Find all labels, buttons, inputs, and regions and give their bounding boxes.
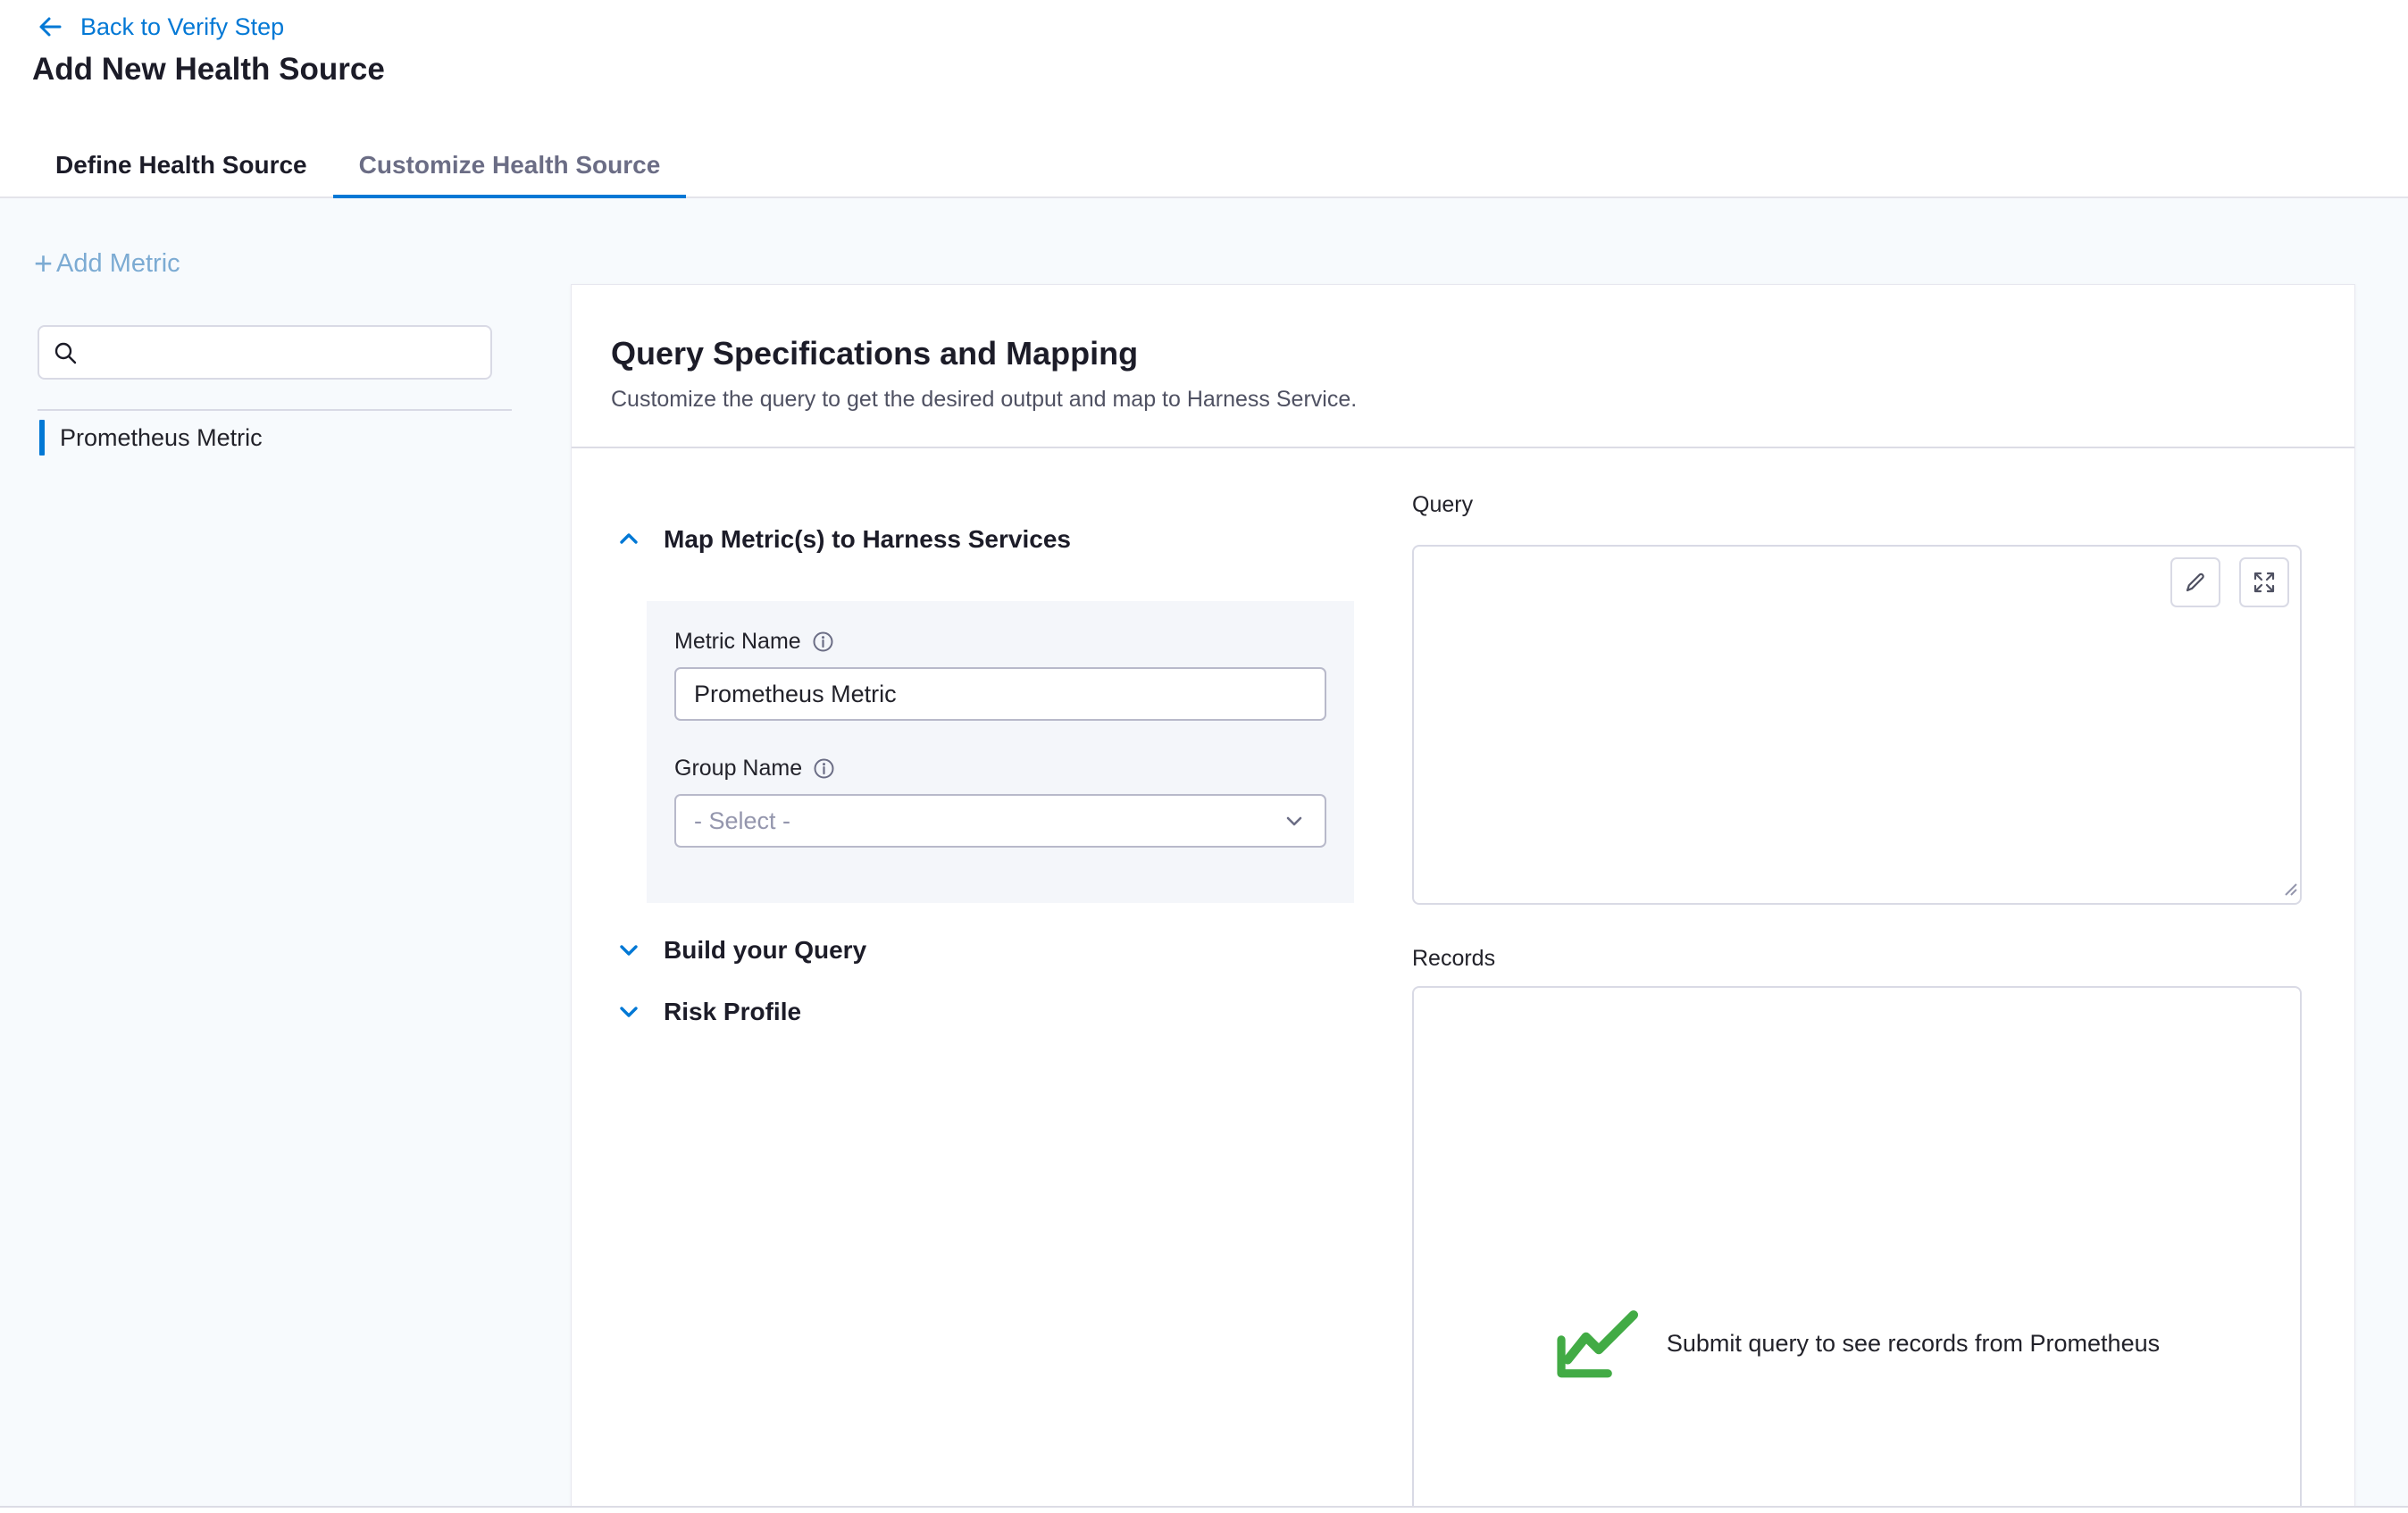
group-name-label: Group Name xyxy=(674,756,802,782)
metric-search-box xyxy=(38,325,492,380)
group-name-label-row: Group Name xyxy=(674,753,1326,783)
query-label: Query xyxy=(1412,492,1473,518)
metric-item-label: Prometheus Metric xyxy=(60,424,263,452)
pencil-icon xyxy=(2183,570,2208,595)
plus-icon: + xyxy=(34,247,53,280)
records-label: Records xyxy=(1412,946,1495,972)
edit-query-button[interactable] xyxy=(2170,557,2220,607)
metric-name-label: Metric Name xyxy=(674,629,801,655)
expand-icon xyxy=(2252,570,2277,595)
chevron-down-icon xyxy=(615,937,642,964)
back-link-label: Back to Verify Step xyxy=(80,13,284,41)
add-metric-button[interactable]: + Add Metric xyxy=(34,247,180,280)
records-panel: Submit query to see records from Prometh… xyxy=(1412,986,2302,1506)
chevron-up-icon xyxy=(615,526,642,553)
top-bar: Back to Verify Step Add New Health Sourc… xyxy=(0,0,2408,198)
tab-customize-health-source[interactable]: Customize Health Source xyxy=(333,134,687,196)
arrow-left-icon xyxy=(36,13,64,41)
chevron-down-icon xyxy=(615,999,642,1025)
section-map-metrics-toggle[interactable]: Map Metric(s) to Harness Services xyxy=(615,522,1071,557)
panel-subtitle: Customize the query to get the desired o… xyxy=(611,387,1357,413)
records-empty-message: Submit query to see records from Prometh… xyxy=(1667,1330,2160,1358)
panel-title: Query Specifications and Mapping xyxy=(611,335,1138,372)
metric-name-label-row: Metric Name xyxy=(674,626,1326,656)
section-label: Build your Query xyxy=(664,936,866,965)
back-to-verify-step-link[interactable]: Back to Verify Step xyxy=(36,13,284,41)
chevron-down-icon xyxy=(1282,808,1307,833)
map-metrics-form: Metric Name Group Name xyxy=(647,601,1354,903)
footer-strip xyxy=(0,1506,2408,1513)
group-name-select[interactable]: - Select - xyxy=(674,794,1326,848)
chart-line-icon xyxy=(1554,1305,1643,1382)
page-title: Add New Health Source xyxy=(32,52,385,88)
section-build-query-toggle[interactable]: Build your Query xyxy=(615,932,866,968)
section-label: Map Metric(s) to Harness Services xyxy=(664,525,1071,554)
tab-bar: Define Health Source Customize Health So… xyxy=(0,134,2408,198)
query-specifications-panel: Query Specifications and Mapping Customi… xyxy=(571,284,2355,1506)
tab-label: Customize Health Source xyxy=(359,151,661,180)
resize-handle[interactable] xyxy=(2278,877,2298,901)
section-label: Risk Profile xyxy=(664,998,801,1026)
metric-search-input[interactable] xyxy=(88,339,478,366)
tab-label: Define Health Source xyxy=(55,151,307,180)
page-body: + Add Metric Prometheus Metric Query Spe… xyxy=(0,198,2408,1506)
query-textarea[interactable] xyxy=(1412,545,2302,905)
query-actions xyxy=(2170,557,2289,607)
sidebar-divider xyxy=(38,409,512,411)
metric-name-input[interactable] xyxy=(674,667,1326,721)
info-icon[interactable] xyxy=(812,631,834,653)
selected-indicator-bar xyxy=(39,420,45,456)
section-risk-profile-toggle[interactable]: Risk Profile xyxy=(615,994,801,1030)
tab-define-health-source[interactable]: Define Health Source xyxy=(29,134,333,196)
group-name-selected-value: - Select - xyxy=(694,807,790,835)
search-icon xyxy=(52,339,79,366)
sidebar-item-prometheus-metric[interactable]: Prometheus Metric xyxy=(39,418,263,457)
add-metric-label: Add Metric xyxy=(56,249,180,279)
panel-divider xyxy=(572,447,2354,448)
expand-query-button[interactable] xyxy=(2239,557,2289,607)
info-icon[interactable] xyxy=(813,757,835,780)
